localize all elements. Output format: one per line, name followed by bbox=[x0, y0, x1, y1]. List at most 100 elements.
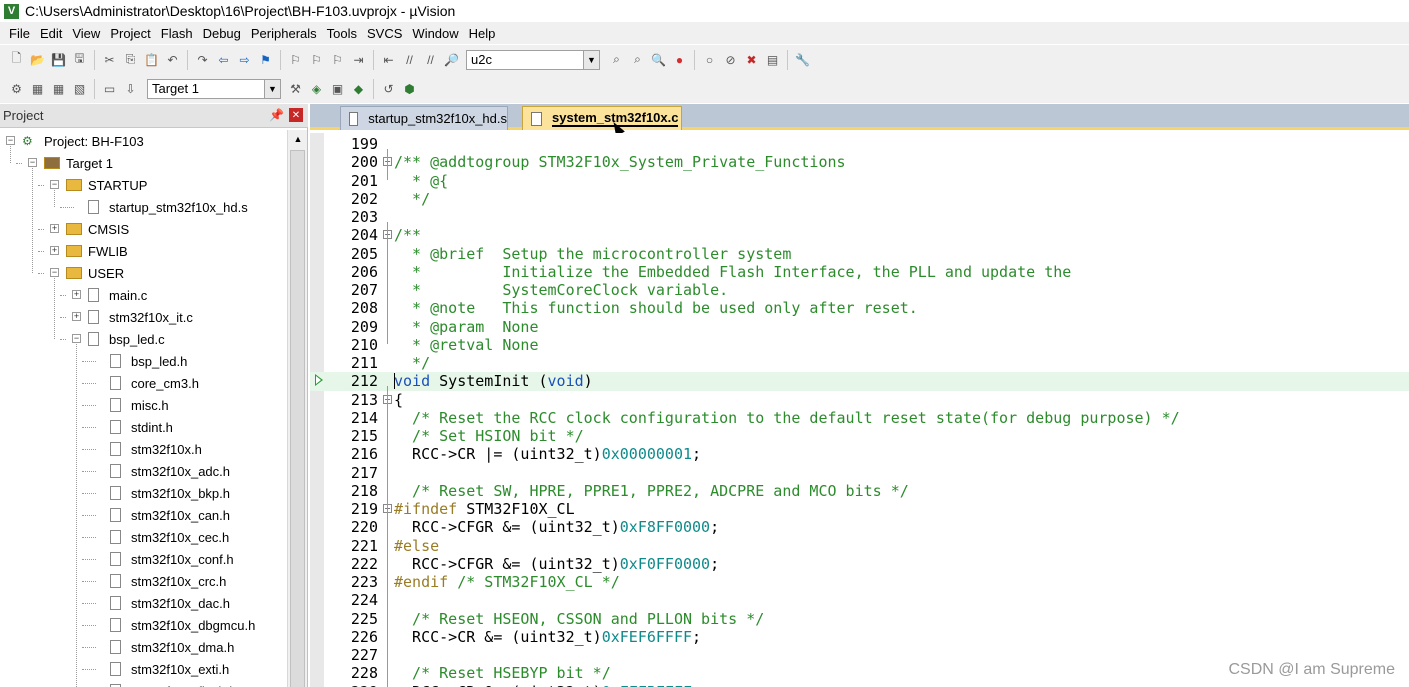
bookmark-clear-icon[interactable]: ⚐ bbox=[329, 51, 346, 68]
uncomment-icon[interactable]: // bbox=[422, 51, 439, 68]
stop-build-icon[interactable]: ▭ bbox=[101, 80, 118, 97]
redo-icon[interactable]: ↷ bbox=[194, 51, 211, 68]
code-line[interactable]: 209 * @param None bbox=[310, 318, 1409, 336]
collapse-icon[interactable]: − bbox=[28, 158, 37, 167]
new-file-icon[interactable]: 🗋 bbox=[8, 51, 25, 68]
copy-icon[interactable]: ⎘ bbox=[122, 51, 139, 68]
menu-file[interactable]: File bbox=[4, 26, 35, 41]
menu-edit[interactable]: Edit bbox=[35, 26, 67, 41]
manage-components-icon[interactable]: ◈ bbox=[308, 80, 325, 97]
find-icon[interactable]: ⌕ bbox=[608, 51, 625, 68]
code-line[interactable]: 220 RCC->CFGR &= (uint32_t)0xF8FF0000; bbox=[310, 518, 1409, 536]
tree-item-file[interactable]: core_cm3.h bbox=[110, 372, 199, 394]
open-folder-icon[interactable]: 📂 bbox=[29, 51, 46, 68]
tree-item-file[interactable]: stm32f10x_flash.h bbox=[110, 680, 237, 687]
menu-view[interactable]: View bbox=[67, 26, 105, 41]
code-editor[interactable]: 199200−/** @addtogroup STM32F10x_System_… bbox=[310, 133, 1409, 687]
menu-debug[interactable]: Debug bbox=[198, 26, 246, 41]
find-combo-dropdown-icon[interactable]: ▼ bbox=[583, 50, 599, 69]
code-line[interactable]: 213−{ bbox=[310, 391, 1409, 409]
code-line[interactable]: 229 RCC->CR &= (uint32_t)0xFFFBFFFF; bbox=[310, 683, 1409, 687]
code-line[interactable]: 212 void SystemInit (void) bbox=[310, 372, 1409, 391]
code-line[interactable]: 225 /* Reset HSEON, CSSON and PLLON bits… bbox=[310, 610, 1409, 628]
tree-item-file[interactable]: bsp_led.c bbox=[88, 328, 165, 350]
event-recorder-icon[interactable]: ↺ bbox=[380, 80, 397, 97]
window-layout-icon[interactable]: ▤ bbox=[764, 51, 781, 68]
collapse-icon[interactable]: − bbox=[6, 136, 15, 145]
indent-icon[interactable]: ⇥ bbox=[350, 51, 367, 68]
expand-icon[interactable]: + bbox=[50, 246, 59, 255]
target-combo[interactable]: Target 1 ▼ bbox=[147, 78, 281, 99]
tree-item-file[interactable]: main.c bbox=[88, 284, 147, 306]
tree-item-file[interactable]: stm32f10x_cec.h bbox=[110, 526, 229, 548]
code-line[interactable]: 206 * Initialize the Embedded Flash Inte… bbox=[310, 263, 1409, 281]
translate-icon[interactable]: ⚙ bbox=[8, 80, 25, 97]
tree-item-file[interactable]: stm32f10x_exti.h bbox=[110, 658, 229, 680]
tree-item-file[interactable]: stm32f10x_conf.h bbox=[110, 548, 234, 570]
nav-forward-icon[interactable]: ⇨ bbox=[236, 51, 253, 68]
incremental-find-icon[interactable]: ⌕ bbox=[629, 51, 646, 68]
menu-window[interactable]: Window bbox=[407, 26, 463, 41]
menu-project[interactable]: Project bbox=[105, 26, 155, 41]
code-line[interactable]: 215 /* Set HSION bit */ bbox=[310, 427, 1409, 445]
debug-start-icon[interactable]: 🔍 bbox=[650, 51, 667, 68]
code-line[interactable]: 210 * @retval None bbox=[310, 336, 1409, 354]
code-line[interactable]: 221 #else bbox=[310, 537, 1409, 555]
tree-item-file[interactable]: stm32f10x_adc.h bbox=[110, 460, 230, 482]
scroll-up-icon[interactable]: ▲ bbox=[288, 130, 308, 148]
nav-back-icon[interactable]: ⇦ bbox=[215, 51, 232, 68]
unindent-icon[interactable]: ⇤ bbox=[380, 51, 397, 68]
code-line[interactable]: 199 bbox=[310, 135, 1409, 153]
expand-icon[interactable]: + bbox=[72, 290, 81, 299]
code-line[interactable]: 226 RCC->CR &= (uint32_t)0xFEF6FFFF; bbox=[310, 628, 1409, 646]
tree-item-project[interactable]: ⚙ Project: BH-F103 bbox=[22, 130, 144, 152]
tree-item-file[interactable]: stm32f10x_it.c bbox=[88, 306, 193, 328]
tree-item-file[interactable]: stm32f10x_dma.h bbox=[110, 636, 234, 658]
configure-icon[interactable]: 🔧 bbox=[794, 51, 811, 68]
breakpoint-disable-all-icon[interactable]: ⊘ bbox=[722, 51, 739, 68]
target-combo-dropdown-icon[interactable]: ▼ bbox=[264, 79, 280, 98]
project-tree-scrollbar[interactable]: ▲ bbox=[287, 130, 307, 687]
code-line[interactable]: 200−/** @addtogroup STM32F10x_System_Pri… bbox=[310, 153, 1409, 171]
close-icon[interactable]: ✕ bbox=[289, 108, 303, 122]
undo-icon[interactable]: ↶ bbox=[164, 51, 181, 68]
tree-item-file[interactable]: stm32f10x_bkp.h bbox=[110, 482, 230, 504]
tree-item-folder[interactable]: FWLIB bbox=[66, 240, 128, 262]
build-icon[interactable]: ▦ bbox=[29, 80, 46, 97]
bookmark-prev-icon[interactable]: ⚐ bbox=[287, 51, 304, 68]
tree-item-file[interactable]: startup_stm32f10x_hd.s bbox=[88, 196, 248, 218]
breakpoint-disable-icon[interactable]: ○ bbox=[701, 51, 718, 68]
find-combo[interactable]: u2c ▼ bbox=[466, 49, 600, 70]
select-packs-icon[interactable]: ◆ bbox=[350, 80, 367, 97]
rebuild-icon[interactable]: ▦ bbox=[50, 80, 67, 97]
code-line[interactable]: 208 * @note This function should be used… bbox=[310, 299, 1409, 317]
menu-help[interactable]: Help bbox=[464, 26, 501, 41]
bookmark-icon[interactable]: ⚑ bbox=[257, 51, 274, 68]
paste-icon[interactable]: 📋 bbox=[143, 51, 160, 68]
breakpoint-kill-all-icon[interactable]: ✖ bbox=[743, 51, 760, 68]
tree-item-folder[interactable]: CMSIS bbox=[66, 218, 129, 240]
code-line[interactable]: 205 * @brief Setup the microcontroller s… bbox=[310, 245, 1409, 263]
tab-startup-file[interactable]: startup_stm32f10x_hd.s bbox=[340, 106, 508, 130]
menu-svcs[interactable]: SVCS bbox=[362, 26, 407, 41]
code-line[interactable]: 204−/** bbox=[310, 226, 1409, 244]
target-options-icon[interactable]: ⚒ bbox=[287, 80, 304, 97]
tree-item-target[interactable]: Target 1 bbox=[44, 152, 113, 174]
batch-build-icon[interactable]: ▧ bbox=[71, 80, 88, 97]
menu-flash[interactable]: Flash bbox=[156, 26, 198, 41]
code-line[interactable]: 214 /* Reset the RCC clock configuration… bbox=[310, 409, 1409, 427]
code-line[interactable]: 207 * SystemCoreClock variable. bbox=[310, 281, 1409, 299]
tree-item-folder[interactable]: USER bbox=[66, 262, 124, 284]
code-line[interactable]: 222 RCC->CFGR &= (uint32_t)0xF0FF0000; bbox=[310, 555, 1409, 573]
tree-item-file[interactable]: misc.h bbox=[110, 394, 169, 416]
bookmark-next-icon[interactable]: ⚐ bbox=[308, 51, 325, 68]
scrollbar-thumb[interactable] bbox=[290, 150, 305, 687]
tree-item-folder[interactable]: STARTUP bbox=[66, 174, 147, 196]
tab-system-file[interactable]: system_stm32f10x.c bbox=[522, 106, 682, 130]
code-line[interactable]: 219−#ifndef STM32F10X_CL bbox=[310, 500, 1409, 518]
code-line[interactable]: 203 bbox=[310, 208, 1409, 226]
comment-icon[interactable]: // bbox=[401, 51, 418, 68]
tree-item-file[interactable]: stm32f10x_dac.h bbox=[110, 592, 230, 614]
tree-item-file[interactable]: stm32f10x_crc.h bbox=[110, 570, 226, 592]
cut-icon[interactable]: ✂ bbox=[101, 51, 118, 68]
